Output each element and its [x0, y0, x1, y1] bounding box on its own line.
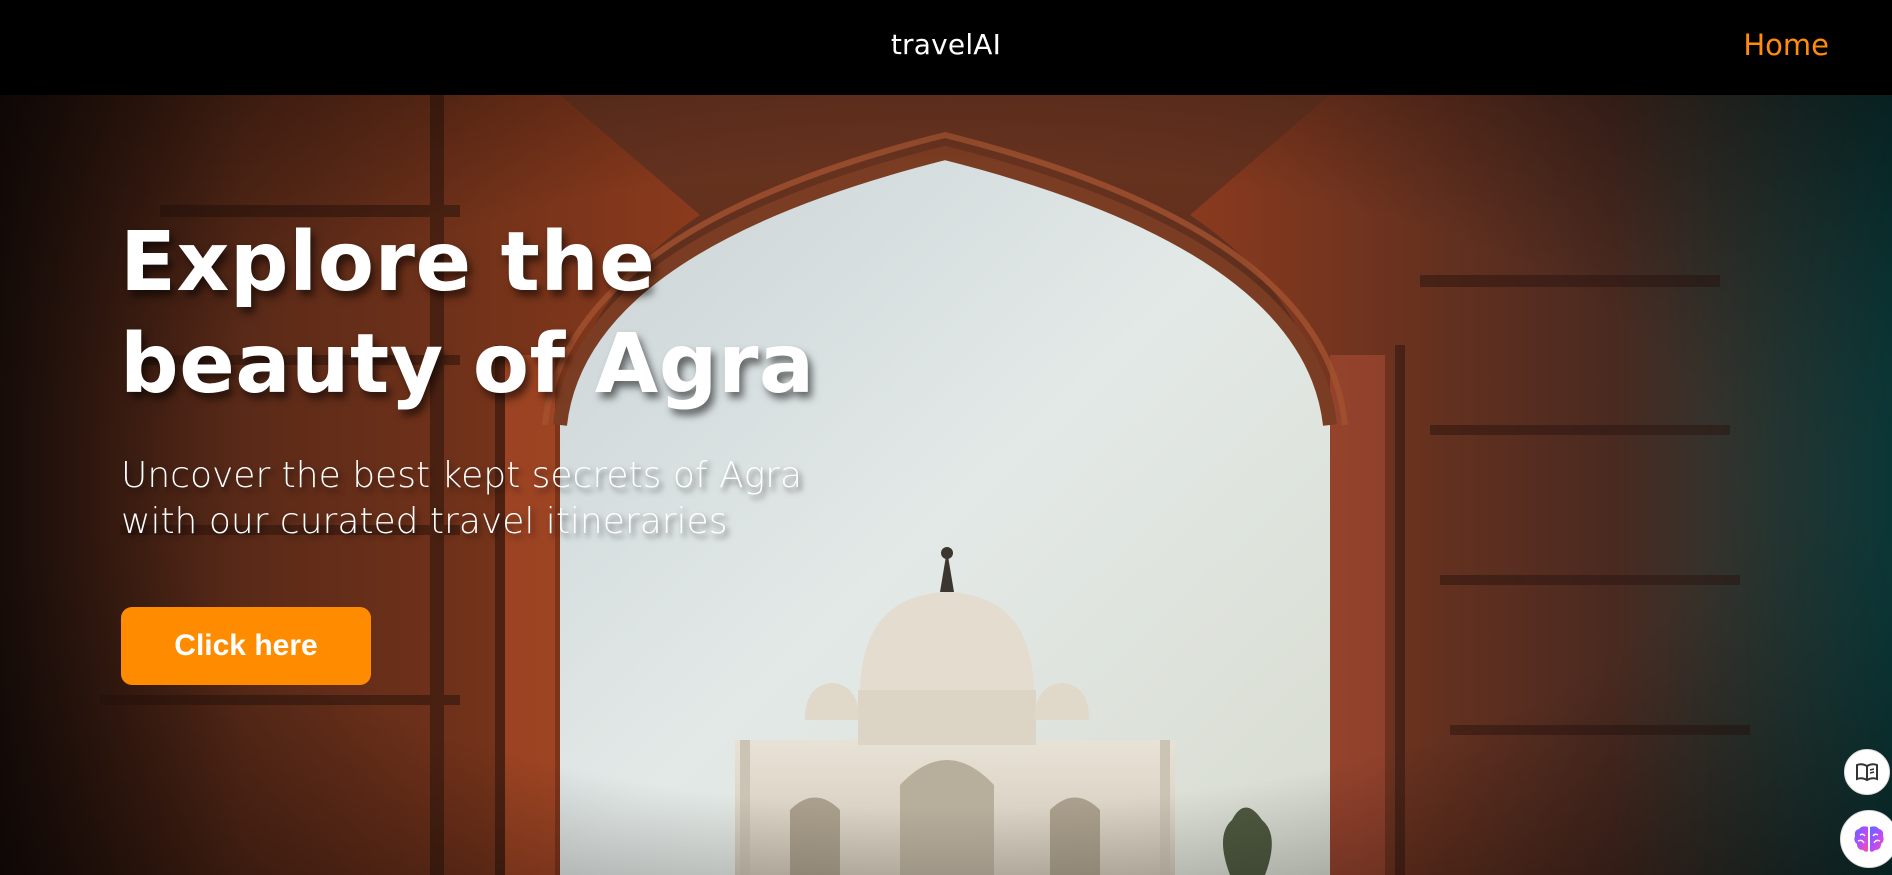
- hero-subheadline-line2: with our curated travel itineraries: [121, 501, 728, 542]
- navbar: travelAI Home: [0, 0, 1892, 95]
- hero-subheadline-line1: Uncover the best kept secrets of Agra: [121, 455, 803, 496]
- hero-headline-line2: beauty of Agra: [120, 317, 815, 412]
- brand-logo[interactable]: travelAI: [0, 28, 1892, 61]
- hero-subheadline: Uncover the best kept secrets of Agra wi…: [121, 453, 881, 545]
- ai-assistant-button[interactable]: [1840, 810, 1892, 868]
- brain-icon: [1854, 826, 1884, 852]
- reader-mode-button[interactable]: [1844, 749, 1890, 795]
- hero-headline: Explore the beauty of Agra: [120, 212, 880, 416]
- hero-section: Explore the beauty of Agra Uncover the b…: [0, 95, 1892, 875]
- book-reader-icon: [1856, 763, 1878, 782]
- hero-headline-line1: Explore the: [120, 215, 656, 310]
- click-here-button[interactable]: Click here: [121, 607, 371, 685]
- nav-link-home[interactable]: Home: [1743, 28, 1829, 62]
